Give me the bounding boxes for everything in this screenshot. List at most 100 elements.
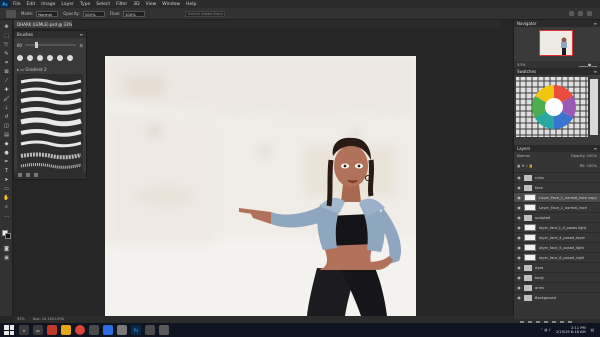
status-zoom[interactable]: 33%: [17, 317, 25, 322]
menu-edit[interactable]: Edit: [24, 2, 39, 7]
lock-icons[interactable]: ▣ ✥ ⌗ 🔒: [517, 164, 533, 170]
brush-tool-icon[interactable]: 🖌: [3, 96, 10, 102]
layer-fill-field[interactable]: Fill: 100%: [580, 164, 597, 170]
quick-mask-icon[interactable]: ◙: [3, 246, 10, 252]
menu-image[interactable]: Image: [38, 2, 58, 7]
layer-opacity-field[interactable]: Opacity: 100%: [571, 154, 597, 162]
menu-file[interactable]: File: [10, 2, 24, 7]
layer-group-row[interactable]: ◉ eyes: [514, 262, 600, 272]
brush-tip[interactable]: [27, 55, 33, 61]
panel-menu-icon[interactable]: ≡: [594, 21, 597, 26]
brush-folder[interactable]: ▸ ▭ Gradient 2: [17, 67, 83, 72]
menu-filter[interactable]: Filter: [113, 2, 130, 7]
blend-mode-select[interactable]: Normal: [517, 154, 530, 162]
app-icon[interactable]: [89, 325, 99, 335]
gradient-tool-icon[interactable]: ▤: [3, 132, 10, 138]
zoom-tool-icon[interactable]: ⌕: [3, 204, 10, 210]
zoom-slider-icon[interactable]: ▁▁▁●▁▁: [579, 62, 597, 67]
visibility-eye-icon[interactable]: ◉: [516, 255, 522, 261]
swatches-panel[interactable]: [514, 75, 600, 145]
move-tool-icon[interactable]: ✥: [3, 24, 10, 30]
menu-window[interactable]: Window: [159, 2, 183, 7]
brush-size-slider[interactable]: [25, 42, 77, 48]
visibility-eye-icon[interactable]: ◉: [516, 245, 522, 251]
layer-row[interactable]: ◉ layer_face_5_posed_light: [514, 242, 600, 252]
eyedropper-tool-icon[interactable]: ⟋: [3, 78, 10, 84]
visibility-eye-icon[interactable]: ◉: [516, 285, 522, 291]
layer-row[interactable]: ◉ Layer_Face_1_normal_face copy: [514, 192, 600, 202]
tray-icons[interactable]: ⌃ ◍ ♪: [540, 328, 551, 332]
search-icon[interactable]: [569, 11, 574, 16]
menu-view[interactable]: View: [143, 2, 160, 7]
search-input[interactable]: Search Adobe Stock: [184, 10, 225, 17]
crop-tool-icon[interactable]: ⌗: [3, 60, 10, 66]
brush-tip[interactable]: [17, 55, 23, 61]
layer-group-row[interactable]: ◉ Background: [514, 292, 600, 302]
navigator-preview[interactable]: [514, 27, 600, 61]
screen-mode-icon[interactable]: ▣: [3, 255, 10, 261]
type-tool-icon[interactable]: T: [3, 168, 10, 174]
app-icon[interactable]: [117, 325, 127, 335]
new-group-icon[interactable]: [18, 173, 22, 177]
layer-group-row[interactable]: ◉ arms: [514, 282, 600, 292]
visibility-eye-icon[interactable]: ◉: [516, 215, 522, 221]
path-select-tool-icon[interactable]: ➤: [3, 177, 10, 183]
layer-row[interactable]: ◉ layer_face_6_posed_right: [514, 252, 600, 262]
quick-select-tool-icon[interactable]: ✎: [3, 51, 10, 57]
photoshop-taskbar-icon[interactable]: Ps: [131, 325, 141, 335]
brush-strokes-list[interactable]: [17, 74, 83, 174]
brush-settings-icon[interactable]: ⚙: [79, 43, 83, 48]
brush-tip[interactable]: [37, 55, 43, 61]
visibility-eye-icon[interactable]: ◉: [516, 175, 522, 181]
marquee-tool-icon[interactable]: ⬚: [3, 33, 10, 39]
menu-layer[interactable]: Layer: [58, 2, 77, 7]
visibility-eye-icon[interactable]: ◉: [516, 275, 522, 281]
panel-menu-icon[interactable]: ≡: [594, 146, 597, 151]
panel-menu-icon[interactable]: ≡: [80, 32, 83, 37]
shape-tool-icon[interactable]: ▭: [3, 186, 10, 192]
stamp-tool-icon[interactable]: ⊥: [3, 105, 10, 111]
clock[interactable]: 2:11 PM 2/19/19 6:18 AM: [556, 326, 586, 335]
hand-tool-icon[interactable]: ✋: [3, 195, 10, 201]
dodge-tool-icon[interactable]: ●: [3, 150, 10, 156]
layer-group-row[interactable]: ◉ sculpted: [514, 212, 600, 222]
blur-tool-icon[interactable]: ◆: [3, 141, 10, 147]
new-brush-icon[interactable]: [26, 173, 30, 177]
workspace-icon[interactable]: [578, 11, 583, 16]
app-icon[interactable]: [145, 325, 155, 335]
document-tab[interactable]: DHARK (LEMLE).psd @ 33% (RGB/8) *: [14, 20, 72, 28]
more-tools-icon[interactable]: …: [3, 213, 10, 219]
opacity-field[interactable]: 100%: [82, 10, 105, 17]
eraser-tool-icon[interactable]: ◫: [3, 123, 10, 129]
flow-field[interactable]: 100%: [122, 10, 145, 17]
visibility-eye-icon[interactable]: ◉: [516, 205, 522, 211]
app-icon[interactable]: [103, 325, 113, 335]
layer-row[interactable]: ◉ layer_face_t_4_poses light: [514, 222, 600, 232]
brush-tip[interactable]: [57, 55, 63, 61]
windows-start-icon[interactable]: [4, 325, 14, 335]
layer-group-row[interactable]: ◉ face: [514, 182, 600, 192]
file-explorer-icon[interactable]: [61, 325, 71, 335]
brush-tip[interactable]: [67, 55, 73, 61]
background-color-swatch[interactable]: [5, 233, 11, 239]
search-icon[interactable]: ⌕: [19, 325, 29, 335]
layer-row[interactable]: ◉ layer_face_4_posed_layer: [514, 232, 600, 242]
layer-group-row[interactable]: ◉ ruins: [514, 172, 600, 182]
delete-brush-icon[interactable]: [34, 173, 38, 177]
app-icon[interactable]: [159, 325, 169, 335]
visibility-eye-icon[interactable]: ◉: [516, 225, 522, 231]
mode-select[interactable]: Normal: [36, 10, 59, 17]
menu-3d[interactable]: 3D: [130, 2, 142, 7]
pen-tool-icon[interactable]: ✒: [3, 159, 10, 165]
app-icon[interactable]: [47, 325, 57, 335]
chrome-icon[interactable]: [75, 325, 85, 335]
document-canvas[interactable]: [105, 56, 416, 316]
visibility-eye-icon[interactable]: ◉: [516, 235, 522, 241]
share-icon[interactable]: [587, 11, 592, 16]
panel-menu-icon[interactable]: ≡: [594, 69, 597, 74]
menu-type[interactable]: Type: [77, 2, 93, 7]
frame-tool-icon[interactable]: ⊠: [3, 69, 10, 75]
visibility-eye-icon[interactable]: ◉: [516, 185, 522, 191]
task-view-icon[interactable]: ▭: [33, 325, 43, 335]
notification-icon[interactable]: ▤: [591, 328, 594, 332]
